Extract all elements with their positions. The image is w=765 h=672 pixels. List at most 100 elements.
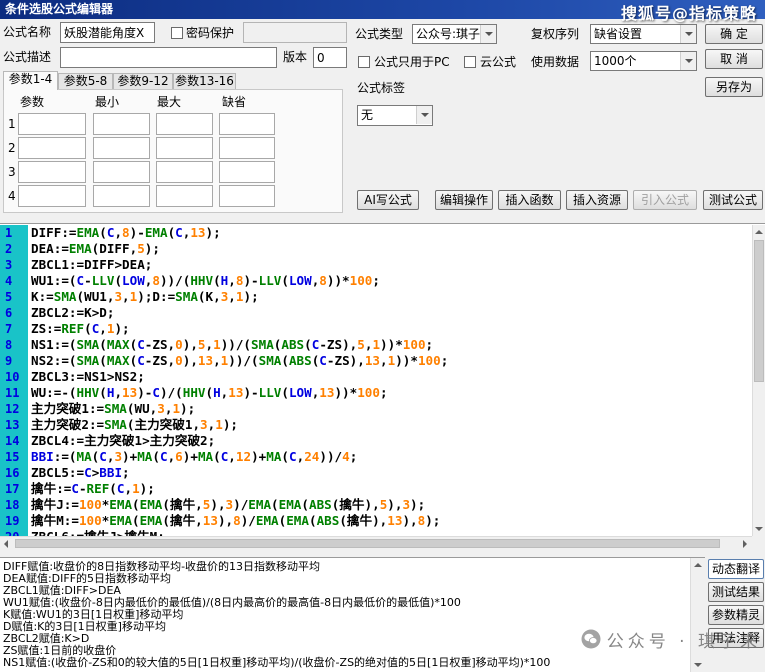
test-formula-button[interactable]: 测试公式: [703, 190, 763, 210]
code-token: :=: [68, 257, 85, 272]
chevron-down-icon[interactable]: [416, 106, 432, 124]
code-line[interactable]: 擒牛J:=100*EMA(EMA(擒牛,5),3)/EMA(EMA(ABS(擒牛…: [31, 497, 752, 513]
code-token: ,: [195, 513, 203, 528]
tab-params-5-8[interactable]: 参数5-8: [58, 73, 113, 90]
chevron-down-icon[interactable]: [680, 25, 696, 43]
password-checkbox[interactable]: [171, 27, 183, 39]
code-line[interactable]: WU1:=(C-LLV(LOW,8))/(HHV(H,8)-LLV(LOW,8)…: [31, 273, 752, 289]
code-line[interactable]: ZBCL3:=NS1>NS2;: [31, 369, 752, 385]
formula-type-select[interactable]: 公众号:琪子末: [412, 24, 497, 44]
usage-notes-button[interactable]: 用法注释: [708, 628, 764, 648]
code-line[interactable]: 主力突破1:=SMA(WU,3,1);: [31, 401, 752, 417]
cloud-formula-checkbox[interactable]: [464, 56, 476, 68]
version-input[interactable]: [313, 47, 347, 68]
param-default-input-4[interactable]: [219, 185, 275, 207]
param-header-min: 最小: [95, 95, 120, 109]
vertical-scroll-thumb[interactable]: [754, 240, 764, 382]
param-default-input-2[interactable]: [219, 137, 275, 159]
cancel-button[interactable]: 取 消: [705, 49, 763, 69]
adjust-series-label: 复权序列: [531, 27, 580, 41]
code-line[interactable]: DIFF:=EMA(C,8)-EMA(C,13);: [31, 225, 752, 241]
param-wizard-button[interactable]: 参数精灵: [708, 605, 764, 625]
code-token: 擒牛: [346, 513, 373, 528]
param-min-input-4[interactable]: [93, 185, 150, 207]
code-line[interactable]: DEA:=EMA(DIFF,5);: [31, 241, 752, 257]
code-line[interactable]: WU:=-(HHV(H,13)-C)/(HHV(H,13)-LLV(LOW,13…: [31, 385, 752, 401]
param-name-input-2[interactable]: [18, 137, 86, 159]
param-name-input-3[interactable]: [18, 161, 86, 183]
code-line[interactable]: NS2:=(SMA(MAX(C-ZS,0),13,1))/(SMA(ABS(C-…: [31, 353, 752, 369]
param-min-input-1[interactable]: [93, 113, 150, 135]
code-token: HHV: [190, 273, 214, 288]
tab-params-9-12[interactable]: 参数9-12: [113, 73, 173, 90]
code-token: SMA: [104, 417, 127, 432]
code-token: SMA: [258, 353, 282, 368]
formula-code-editor[interactable]: 1234567891011121314151617181920 DIFF:=EM…: [0, 223, 765, 550]
code-line[interactable]: 擒牛M:=100*EMA(EMA(擒牛,13),8)/EMA(EMA(ABS(擒…: [31, 513, 752, 529]
chevron-down-icon[interactable]: [480, 25, 496, 43]
ok-button[interactable]: 确 定: [705, 24, 763, 44]
param-name-input-4[interactable]: [18, 185, 86, 207]
code-line[interactable]: NS1:=(SMA(MAX(C-ZS,0),5,1))/(SMA(ABS(C-Z…: [31, 337, 752, 353]
scroll-left-arrow-icon[interactable]: [0, 537, 14, 550]
title-bar[interactable]: 条件选股公式编辑器: [0, 0, 765, 19]
param-default-input-1[interactable]: [219, 113, 275, 135]
adjust-series-select[interactable]: 缺省设置: [590, 24, 697, 44]
scroll-up-arrow-icon[interactable]: [753, 225, 765, 239]
param-max-input-1[interactable]: [156, 113, 213, 135]
line-number: 6: [5, 306, 13, 320]
param-max-input-3[interactable]: [156, 161, 213, 183]
code-line[interactable]: ZBCL4:=主力突破1>主力突破2;: [31, 433, 752, 449]
code-line[interactable]: 主力突破2:=SMA(主力突破1,3,1);: [31, 417, 752, 433]
ai-write-formula-button[interactable]: AI写公式: [357, 190, 419, 210]
code-line[interactable]: ZBCL1:=DIFF>DEA;: [31, 257, 752, 273]
code-line[interactable]: ZS:=REF(C,1);: [31, 321, 752, 337]
param-min-input-2[interactable]: [93, 137, 150, 159]
code-token: ),: [210, 497, 226, 512]
param-max-input-2[interactable]: [156, 137, 213, 159]
edit-operations-button[interactable]: 编辑操作: [435, 190, 493, 210]
pc-only-checkbox[interactable]: [358, 56, 370, 68]
param-min-input-3[interactable]: [93, 161, 150, 183]
version-label: 版本: [283, 50, 308, 64]
chevron-down-icon[interactable]: [680, 52, 696, 70]
code-line[interactable]: BBI:=(MA(C,3)+MA(C,6)+MA(C,12)+MA(C,24))…: [31, 449, 752, 465]
test-result-button[interactable]: 测试结果: [708, 582, 764, 602]
save-as-button[interactable]: 另存为: [705, 77, 763, 97]
use-data-select[interactable]: 1000个: [590, 51, 697, 71]
scroll-down-arrow-icon[interactable]: [753, 522, 765, 536]
insert-function-button[interactable]: 插入函数: [498, 190, 561, 210]
code-line[interactable]: ZBCL6:=擒牛J>擒牛M;: [31, 529, 752, 536]
code-token: :=: [88, 401, 105, 416]
scroll-down-arrow-icon[interactable]: [691, 658, 705, 672]
code-token: (: [99, 385, 107, 400]
code-area[interactable]: DIFF:=EMA(C,8)-EMA(C,13); DEA:=EMA(DIFF,5…: [28, 225, 752, 536]
code-line[interactable]: ZBCL2:=K>D;: [31, 305, 752, 321]
code-line[interactable]: ZBCL5:=C>BBI;: [31, 465, 752, 481]
code-token: -: [319, 337, 327, 352]
translation-scrollbar[interactable]: [690, 558, 705, 672]
code-token: C: [84, 465, 92, 480]
tab-params-13-16[interactable]: 参数13-16: [173, 73, 236, 90]
formula-tag-select[interactable]: 无: [357, 105, 433, 126]
editor-vertical-scrollbar[interactable]: [752, 225, 765, 536]
param-default-input-3[interactable]: [219, 161, 275, 183]
formula-desc-input[interactable]: [60, 47, 277, 68]
insert-resource-button[interactable]: 插入资源: [566, 190, 628, 210]
param-row-number: 4: [8, 189, 16, 203]
param-name-input-1[interactable]: [18, 113, 86, 135]
param-max-input-4[interactable]: [156, 185, 213, 207]
code-token: :=(: [53, 337, 77, 352]
scroll-right-arrow-icon[interactable]: [738, 537, 752, 550]
dynamic-translate-button[interactable]: 动态翻译: [708, 559, 764, 579]
code-line[interactable]: K:=SMA(WU1,3,1);D:=SMA(K,3,1);: [31, 289, 752, 305]
code-token: LLV: [258, 385, 282, 400]
scroll-up-arrow-icon[interactable]: [691, 558, 705, 572]
translation-panel[interactable]: DIFF赋值:收盘价的8日指数移动平均-收盘价的13日指数移动平均 DEA赋值:D…: [0, 557, 705, 672]
code-token: EMA: [144, 225, 168, 240]
editor-horizontal-scrollbar[interactable]: [0, 536, 752, 550]
tab-params-1-4[interactable]: 参数1-4: [3, 71, 58, 90]
formula-name-input[interactable]: [60, 22, 155, 43]
code-line[interactable]: 擒牛:=C-REF(C,1);: [31, 481, 752, 497]
horizontal-scroll-thumb[interactable]: [15, 539, 720, 548]
